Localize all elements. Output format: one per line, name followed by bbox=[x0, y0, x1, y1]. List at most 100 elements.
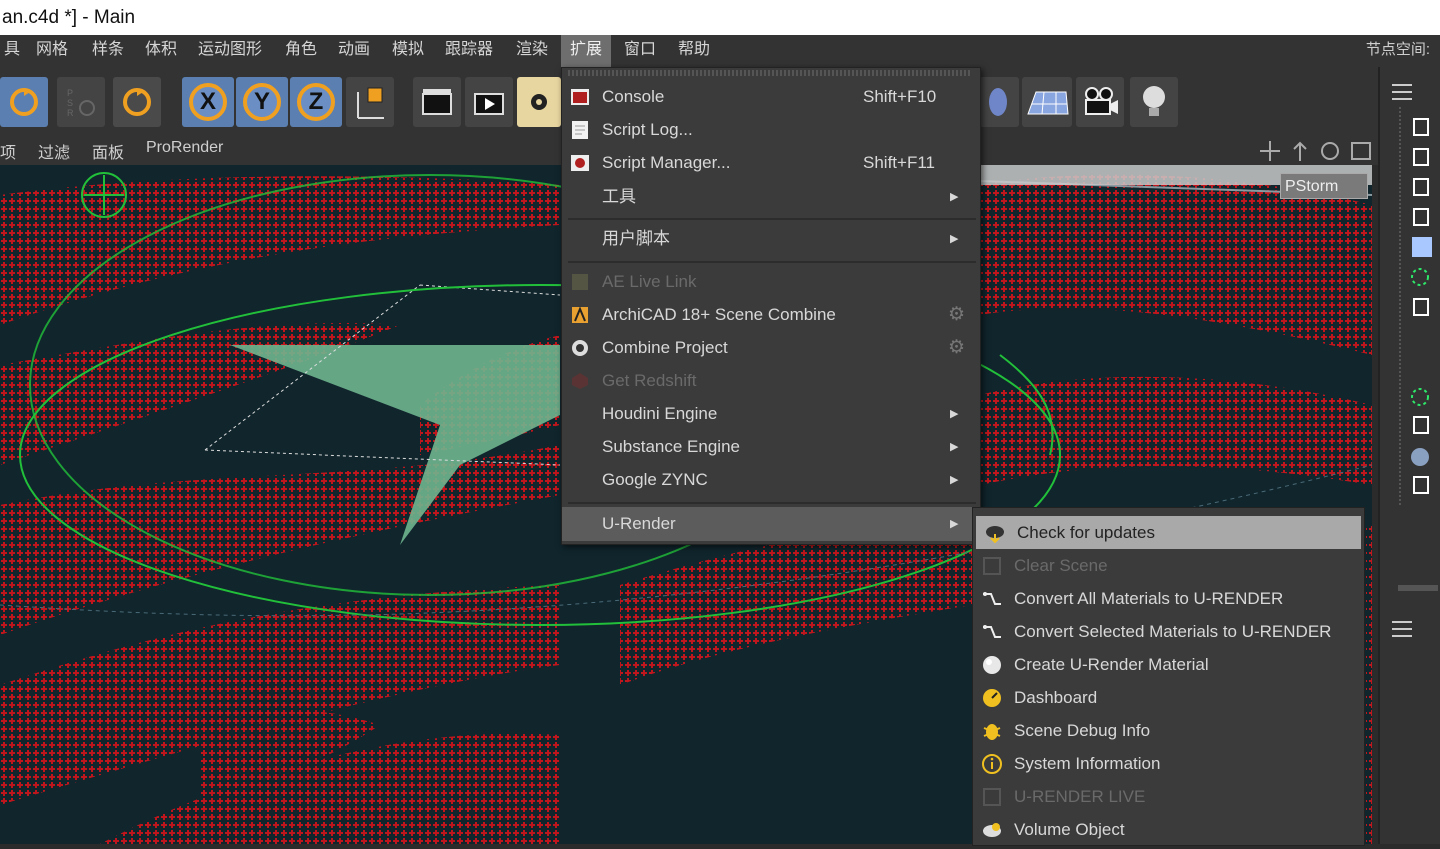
menu-mograph[interactable]: 运动图形 bbox=[198, 35, 262, 67]
cube-object-icon bbox=[1412, 237, 1432, 257]
u-render-submenu: Check for updates Clear Scene Convert Al… bbox=[972, 507, 1365, 846]
menu-item-google-zync[interactable]: Google ZYNC ▶ bbox=[562, 464, 980, 496]
menu-render[interactable]: 渲染 bbox=[516, 35, 548, 67]
viewport-menu-options[interactable]: 项 bbox=[0, 139, 16, 163]
submenu-item-create-material[interactable]: Create U-Render Material bbox=[973, 648, 1364, 681]
menu-extensions[interactable]: 扩展 bbox=[561, 35, 611, 67]
render-to-picture-viewer-button[interactable] bbox=[465, 77, 513, 127]
menu-item-substance-engine[interactable]: Substance Engine ▶ bbox=[562, 431, 980, 463]
menu-simulate[interactable]: 模拟 bbox=[392, 35, 424, 67]
z-axis-button[interactable]: Z bbox=[290, 77, 342, 127]
menu-item-script-manager[interactable]: Script Manager... Shift+F11 bbox=[562, 147, 980, 179]
submenu-item-convert-selected[interactable]: Convert Selected Materials to U-RENDER bbox=[973, 615, 1364, 648]
svg-text:P: P bbox=[67, 88, 73, 98]
menu-item-ae-live-link: AE Live Link bbox=[562, 266, 980, 298]
svg-text:S: S bbox=[67, 98, 73, 108]
convert-icon bbox=[983, 625, 1001, 638]
dashboard-gauge-icon bbox=[983, 689, 1001, 707]
material-sphere-icon bbox=[983, 656, 1001, 674]
deformer-button[interactable] bbox=[979, 77, 1019, 127]
main-menubar: 具 网格 样条 体积 运动图形 角色 动画 模拟 跟踪器 渲染 扩展 窗口 帮助… bbox=[0, 35, 1440, 67]
submenu-arrow-icon: ▶ bbox=[950, 441, 959, 453]
submenu-arrow-icon: ▶ bbox=[950, 408, 959, 420]
submenu-item-system-info[interactable]: System Information bbox=[973, 747, 1364, 780]
menu-item-user-scripts[interactable]: 用户脚本 ▶ bbox=[562, 223, 980, 255]
submenu-item-check-updates[interactable]: Check for updates bbox=[976, 516, 1361, 549]
submenu-item-scene-debug[interactable]: Scene Debug Info bbox=[973, 714, 1364, 747]
pstorm-label: PStorm bbox=[1285, 178, 1339, 195]
render-play-icon bbox=[474, 93, 504, 115]
coordinate-system-icon bbox=[357, 87, 384, 119]
menu-tearoff-grip[interactable] bbox=[568, 70, 972, 76]
node-space-label: 节点空间: bbox=[1365, 41, 1430, 58]
menu-spline[interactable]: 样条 bbox=[92, 35, 124, 67]
submenu-arrow-icon: ▶ bbox=[950, 233, 959, 245]
script-log-icon bbox=[572, 121, 588, 139]
menu-volume[interactable]: 体积 bbox=[145, 35, 177, 67]
menu-animation[interactable]: 动画 bbox=[338, 35, 370, 67]
menu-item-tools[interactable]: 工具 ▶ bbox=[562, 181, 980, 213]
menu-item-archicad[interactable]: ArchiCAD 18+ Scene Combine ⚙ bbox=[562, 299, 980, 331]
z-axis-icon: Z bbox=[297, 83, 335, 121]
menu-item-get-redshift: Get Redshift bbox=[562, 365, 980, 397]
light-button[interactable] bbox=[1130, 77, 1178, 127]
lightbulb-icon bbox=[1143, 86, 1165, 116]
redshift-icon bbox=[572, 373, 588, 389]
menu-tools[interactable]: 具 bbox=[0, 35, 24, 67]
submenu-item-dashboard[interactable]: Dashboard bbox=[973, 681, 1364, 714]
menu-item-houdini-engine[interactable]: Houdini Engine ▶ bbox=[562, 398, 980, 430]
menu-mesh[interactable]: 网格 bbox=[36, 35, 68, 67]
menu-item-script-log[interactable]: Script Log... bbox=[562, 114, 980, 146]
render-view-button[interactable] bbox=[413, 77, 461, 127]
window-title-bar: an.c4d *] - Main bbox=[0, 0, 1440, 35]
submenu-arrow-icon: ▶ bbox=[950, 474, 959, 486]
settings-gear-icon[interactable]: ⚙ bbox=[948, 305, 965, 325]
extensions-menu: Console Shift+F10 Script Log... Script M… bbox=[561, 67, 981, 545]
archicad-icon bbox=[572, 306, 588, 323]
menu-separator bbox=[568, 502, 976, 504]
pstorm-badge[interactable]: PStorm bbox=[1280, 173, 1368, 199]
menu-item-combine-project[interactable]: Combine Project ⚙ bbox=[562, 332, 980, 364]
clapper-icon bbox=[422, 89, 452, 115]
menu-tracker[interactable]: 跟踪器 bbox=[445, 35, 493, 67]
rotate-alt-button[interactable] bbox=[113, 77, 161, 127]
menu-help[interactable]: 帮助 bbox=[678, 35, 710, 67]
y-axis-icon: Y bbox=[243, 83, 281, 121]
ae-live-link-icon bbox=[572, 274, 588, 290]
menu-item-console[interactable]: Console Shift+F10 bbox=[562, 81, 980, 113]
submenu-item-volume-object[interactable]: Volume Object bbox=[973, 813, 1364, 846]
psr-icon: PSR bbox=[67, 88, 95, 118]
console-icon bbox=[571, 89, 589, 105]
menu-character[interactable]: 角色 bbox=[285, 35, 317, 67]
render-settings-button[interactable] bbox=[517, 77, 561, 127]
menu-item-u-render[interactable]: U-Render ▶ bbox=[562, 507, 980, 541]
script-manager-icon bbox=[571, 155, 589, 171]
viewport-menu-prorender[interactable]: ProRender bbox=[146, 139, 223, 157]
svg-text:R: R bbox=[67, 108, 74, 118]
clear-scene-icon bbox=[983, 557, 1001, 575]
menu-separator bbox=[568, 261, 976, 263]
object-tree[interactable] bbox=[1380, 67, 1440, 844]
window-title: an.c4d *] - Main bbox=[2, 7, 136, 28]
cloud-update-icon bbox=[986, 526, 1004, 544]
viewport-menu-filter[interactable]: 过滤 bbox=[38, 139, 70, 163]
viewport-menu-panel[interactable]: 面板 bbox=[92, 139, 124, 163]
coordinate-system-button[interactable] bbox=[346, 77, 394, 127]
object-manager-panel bbox=[1378, 67, 1440, 844]
camera-button[interactable] bbox=[1076, 77, 1124, 127]
submenu-item-clear-scene: Clear Scene bbox=[973, 549, 1364, 582]
settings-gear-icon[interactable]: ⚙ bbox=[948, 338, 965, 358]
rotate-icon bbox=[10, 88, 38, 116]
rotate-icon bbox=[123, 88, 151, 116]
x-axis-button[interactable]: X bbox=[182, 77, 234, 127]
submenu-item-convert-all[interactable]: Convert All Materials to U-RENDER bbox=[973, 582, 1364, 615]
y-axis-button[interactable]: Y bbox=[236, 77, 288, 127]
volume-cloud-icon bbox=[983, 823, 1001, 837]
convert-icon bbox=[983, 592, 1001, 605]
menu-window[interactable]: 窗口 bbox=[624, 35, 656, 67]
floor-button[interactable] bbox=[1022, 77, 1072, 127]
info-icon bbox=[982, 754, 1002, 774]
viewport-nav-icons[interactable] bbox=[1258, 139, 1376, 163]
psr-lock-button[interactable]: PSR bbox=[57, 77, 105, 127]
rotate-tool-button[interactable] bbox=[0, 77, 48, 127]
